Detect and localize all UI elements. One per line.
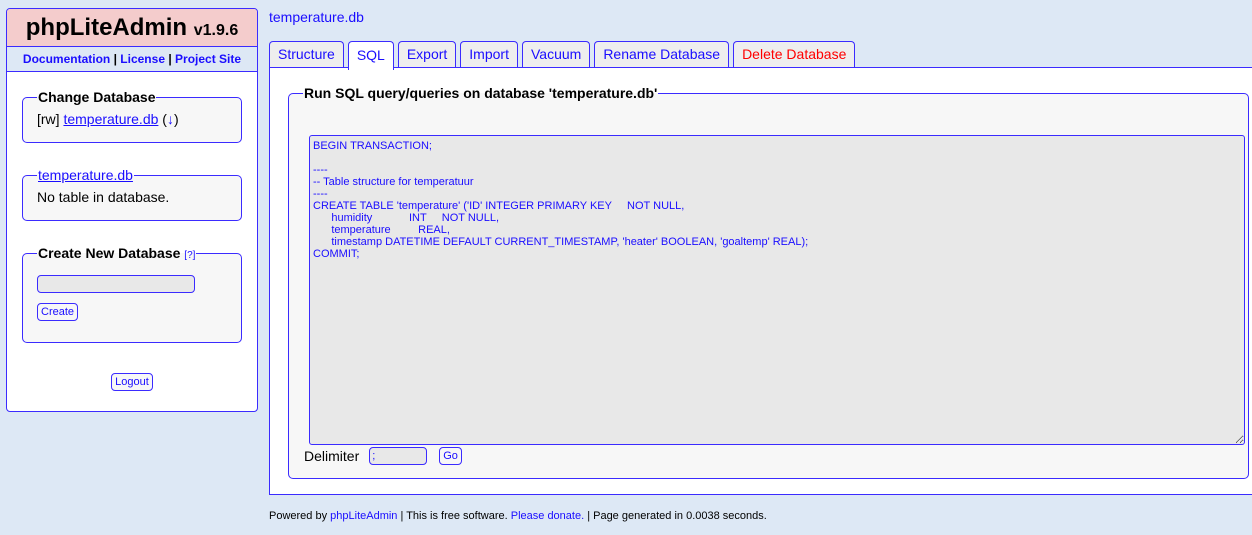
tab-import[interactable]: Import [460, 41, 518, 70]
app-version: v1.9.6 [193, 22, 239, 39]
new-database-input[interactable] [37, 275, 195, 293]
footer: Powered by phpLiteAdmin | This is free s… [269, 510, 767, 522]
documentation-link[interactable]: Documentation [23, 52, 110, 66]
change-database-box: Change Database [rw] temperature.db (↓) [22, 89, 242, 143]
tab-export[interactable]: Export [397, 41, 457, 70]
license-link[interactable]: License [120, 52, 165, 66]
footer-powered-text: Powered by [269, 510, 328, 522]
page-title[interactable]: temperature.db [269, 9, 364, 25]
app-name: phpLiteAdmin [25, 14, 188, 41]
db-mode: [rw] [37, 111, 60, 127]
app-logo: phpLiteAdmin v1.9.6 [7, 9, 257, 47]
footer-phpliteadmin-link[interactable]: phpLiteAdmin [330, 510, 397, 522]
go-button[interactable]: Go [439, 447, 462, 465]
database-title-link[interactable]: temperature.db [38, 167, 133, 183]
database-legend: temperature.db [37, 167, 134, 183]
database-link[interactable]: temperature.db [63, 111, 158, 127]
delimiter-label: Delimiter [304, 448, 360, 464]
donate-link[interactable]: Please donate. [511, 510, 584, 522]
tab-sql[interactable]: SQL [347, 41, 394, 70]
help-links: Documentation | License | Project Site [7, 47, 257, 72]
tab-structure[interactable]: Structure [269, 41, 344, 70]
create-database-legend: Create New Database [?] [37, 245, 196, 261]
create-button[interactable]: Create [37, 303, 79, 321]
sidebar: phpLiteAdmin v1.9.6 Documentation | Lice… [6, 8, 258, 412]
tab-bar: Structure SQL Export Import Vacuum Renam… [269, 41, 856, 70]
tab-vacuum[interactable]: Vacuum [521, 41, 591, 70]
no-table-text: No table in database. [37, 189, 170, 205]
sql-panel: Run SQL query/queries on database 'tempe… [269, 67, 1252, 495]
sql-legend: Run SQL query/queries on database 'tempe… [304, 85, 658, 101]
tab-delete-database[interactable]: Delete Database [733, 41, 856, 70]
footer-free-text: | This is free software. [397, 510, 511, 522]
project-site-link[interactable]: Project Site [175, 52, 241, 66]
change-database-legend: Change Database [38, 89, 156, 105]
sql-query-textarea[interactable] [309, 135, 1245, 445]
footer-generated-text: | Page generated in 0.0038 seconds. [584, 510, 767, 522]
logout-button[interactable]: Logout [111, 373, 153, 391]
delimiter-input[interactable] [369, 447, 428, 465]
help-link[interactable]: [?] [184, 250, 195, 261]
database-box: temperature.db No table in database. [22, 167, 242, 221]
download-icon[interactable]: ↓ [167, 111, 174, 127]
tab-rename-database[interactable]: Rename Database [594, 41, 730, 70]
sql-query-box: Run SQL query/queries on database 'tempe… [288, 85, 1249, 479]
create-database-title: Create New Database [38, 245, 181, 261]
create-database-box: Create New Database [?] Create [22, 245, 242, 343]
